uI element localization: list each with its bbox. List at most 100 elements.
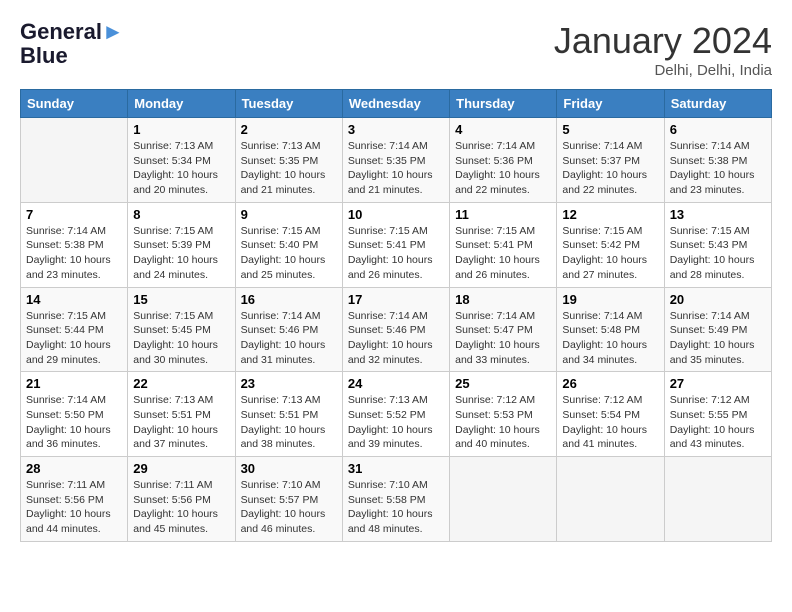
calendar-cell: 8 Sunrise: 7:15 AMSunset: 5:39 PMDaylight… [128,202,235,287]
page-header: General►Blue January 2024 Delhi, Delhi, … [20,20,772,79]
day-info: Sunrise: 7:15 AMSunset: 5:44 PMDaylight:… [26,309,122,368]
calendar-cell [557,457,664,542]
day-info: Sunrise: 7:11 AMSunset: 5:56 PMDaylight:… [26,478,122,537]
day-number: 3 [348,122,444,137]
day-info: Sunrise: 7:11 AMSunset: 5:56 PMDaylight:… [133,478,229,537]
day-number: 10 [348,207,444,222]
calendar-cell: 10 Sunrise: 7:15 AMSunset: 5:41 PMDayligh… [342,202,449,287]
day-info: Sunrise: 7:14 AMSunset: 5:48 PMDaylight:… [562,309,658,368]
day-info: Sunrise: 7:13 AMSunset: 5:51 PMDaylight:… [133,393,229,452]
calendar-cell: 25 Sunrise: 7:12 AMSunset: 5:53 PMDayligh… [450,372,557,457]
day-number: 22 [133,376,229,391]
calendar-cell [21,118,128,203]
calendar-cell: 13 Sunrise: 7:15 AMSunset: 5:43 PMDayligh… [664,202,771,287]
calendar-cell: 7Sunrise: 7:14 AMSunset: 5:38 PMDaylight… [21,202,128,287]
day-info: Sunrise: 7:15 AMSunset: 5:40 PMDaylight:… [241,224,337,283]
day-number: 8 [133,207,229,222]
calendar-cell: 23 Sunrise: 7:13 AMSunset: 5:51 PMDayligh… [235,372,342,457]
calendar-cell: 22 Sunrise: 7:13 AMSunset: 5:51 PMDayligh… [128,372,235,457]
day-number: 20 [670,292,766,307]
week-row-5: 28Sunrise: 7:11 AMSunset: 5:56 PMDayligh… [21,457,772,542]
day-info: Sunrise: 7:14 AMSunset: 5:46 PMDaylight:… [241,309,337,368]
col-header-wednesday: Wednesday [342,90,449,118]
calendar-cell: 6Sunrise: 7:14 AMSunset: 5:38 PMDaylight… [664,118,771,203]
day-info: Sunrise: 7:14 AMSunset: 5:36 PMDaylight:… [455,139,551,198]
title-section: January 2024 Delhi, Delhi, India [554,20,772,79]
day-info: Sunrise: 7:15 AMSunset: 5:42 PMDaylight:… [562,224,658,283]
calendar-cell [450,457,557,542]
calendar-cell: 31 Sunrise: 7:10 AMSunset: 5:58 PMDayligh… [342,457,449,542]
day-number: 29 [133,461,229,476]
col-header-saturday: Saturday [664,90,771,118]
day-info: Sunrise: 7:15 AMSunset: 5:39 PMDaylight:… [133,224,229,283]
week-row-1: 1Sunrise: 7:13 AMSunset: 5:34 PMDaylight… [21,118,772,203]
day-info: Sunrise: 7:14 AMSunset: 5:38 PMDaylight:… [26,224,122,283]
calendar-cell: 20 Sunrise: 7:14 AMSunset: 5:49 PMDayligh… [664,287,771,372]
location: Delhi, Delhi, India [554,62,772,79]
day-number: 1 [133,122,229,137]
day-info: Sunrise: 7:10 AMSunset: 5:58 PMDaylight:… [348,478,444,537]
calendar-cell: 18Sunrise: 7:14 AMSunset: 5:47 PMDayligh… [450,287,557,372]
day-number: 4 [455,122,551,137]
calendar-header-row: SundayMondayTuesdayWednesdayThursdayFrid… [21,90,772,118]
day-number: 11 [455,207,551,222]
day-number: 19 [562,292,658,307]
calendar-cell [664,457,771,542]
day-info: Sunrise: 7:15 AMSunset: 5:41 PMDaylight:… [455,224,551,283]
calendar-cell: 29 Sunrise: 7:11 AMSunset: 5:56 PMDayligh… [128,457,235,542]
day-info: Sunrise: 7:14 AMSunset: 5:37 PMDaylight:… [562,139,658,198]
day-info: Sunrise: 7:15 AMSunset: 5:41 PMDaylight:… [348,224,444,283]
week-row-3: 14 Sunrise: 7:15 AMSunset: 5:44 PMDayligh… [21,287,772,372]
day-info: Sunrise: 7:12 AMSunset: 5:54 PMDaylight:… [562,393,658,452]
calendar-cell: 26 Sunrise: 7:12 AMSunset: 5:54 PMDayligh… [557,372,664,457]
day-number: 2 [241,122,337,137]
logo: General►Blue [20,20,124,68]
day-info: Sunrise: 7:13 AMSunset: 5:51 PMDaylight:… [241,393,337,452]
calendar-cell: 15 Sunrise: 7:15 AMSunset: 5:45 PMDayligh… [128,287,235,372]
day-number: 12 [562,207,658,222]
day-number: 26 [562,376,658,391]
week-row-2: 7Sunrise: 7:14 AMSunset: 5:38 PMDaylight… [21,202,772,287]
day-number: 16 [241,292,337,307]
week-row-4: 21Sunrise: 7:14 AMSunset: 5:50 PMDayligh… [21,372,772,457]
calendar-cell: 30Sunrise: 7:10 AMSunset: 5:57 PMDayligh… [235,457,342,542]
day-number: 13 [670,207,766,222]
calendar-cell: 28Sunrise: 7:11 AMSunset: 5:56 PMDayligh… [21,457,128,542]
calendar-cell: 3 Sunrise: 7:14 AMSunset: 5:35 PMDaylight… [342,118,449,203]
calendar-cell: 5Sunrise: 7:14 AMSunset: 5:37 PMDaylight… [557,118,664,203]
col-header-friday: Friday [557,90,664,118]
calendar-cell: 4 Sunrise: 7:14 AMSunset: 5:36 PMDaylight… [450,118,557,203]
day-info: Sunrise: 7:15 AMSunset: 5:45 PMDaylight:… [133,309,229,368]
calendar-cell: 17Sunrise: 7:14 AMSunset: 5:46 PMDayligh… [342,287,449,372]
col-header-monday: Monday [128,90,235,118]
col-header-tuesday: Tuesday [235,90,342,118]
day-number: 14 [26,292,122,307]
day-info: Sunrise: 7:14 AMSunset: 5:35 PMDaylight:… [348,139,444,198]
day-info: Sunrise: 7:13 AMSunset: 5:35 PMDaylight:… [241,139,337,198]
day-info: Sunrise: 7:13 AMSunset: 5:52 PMDaylight:… [348,393,444,452]
col-header-sunday: Sunday [21,90,128,118]
day-info: Sunrise: 7:14 AMSunset: 5:47 PMDaylight:… [455,309,551,368]
calendar-cell: 11 Sunrise: 7:15 AMSunset: 5:41 PMDayligh… [450,202,557,287]
day-info: Sunrise: 7:12 AMSunset: 5:53 PMDaylight:… [455,393,551,452]
day-number: 9 [241,207,337,222]
calendar-cell: 1Sunrise: 7:13 AMSunset: 5:34 PMDaylight… [128,118,235,203]
day-info: Sunrise: 7:14 AMSunset: 5:46 PMDaylight:… [348,309,444,368]
calendar-cell: 12 Sunrise: 7:15 AMSunset: 5:42 PMDayligh… [557,202,664,287]
calendar-cell: 16 Sunrise: 7:14 AMSunset: 5:46 PMDayligh… [235,287,342,372]
col-header-thursday: Thursday [450,90,557,118]
day-number: 31 [348,461,444,476]
month-title: January 2024 [554,20,772,62]
day-info: Sunrise: 7:15 AMSunset: 5:43 PMDaylight:… [670,224,766,283]
calendar-cell: 21Sunrise: 7:14 AMSunset: 5:50 PMDayligh… [21,372,128,457]
calendar-cell: 24 Sunrise: 7:13 AMSunset: 5:52 PMDayligh… [342,372,449,457]
day-number: 24 [348,376,444,391]
day-number: 30 [241,461,337,476]
day-number: 6 [670,122,766,137]
day-info: Sunrise: 7:14 AMSunset: 5:49 PMDaylight:… [670,309,766,368]
calendar-cell: 27Sunrise: 7:12 AMSunset: 5:55 PMDayligh… [664,372,771,457]
day-number: 23 [241,376,337,391]
day-number: 15 [133,292,229,307]
day-number: 25 [455,376,551,391]
calendar-cell: 9 Sunrise: 7:15 AMSunset: 5:40 PMDaylight… [235,202,342,287]
